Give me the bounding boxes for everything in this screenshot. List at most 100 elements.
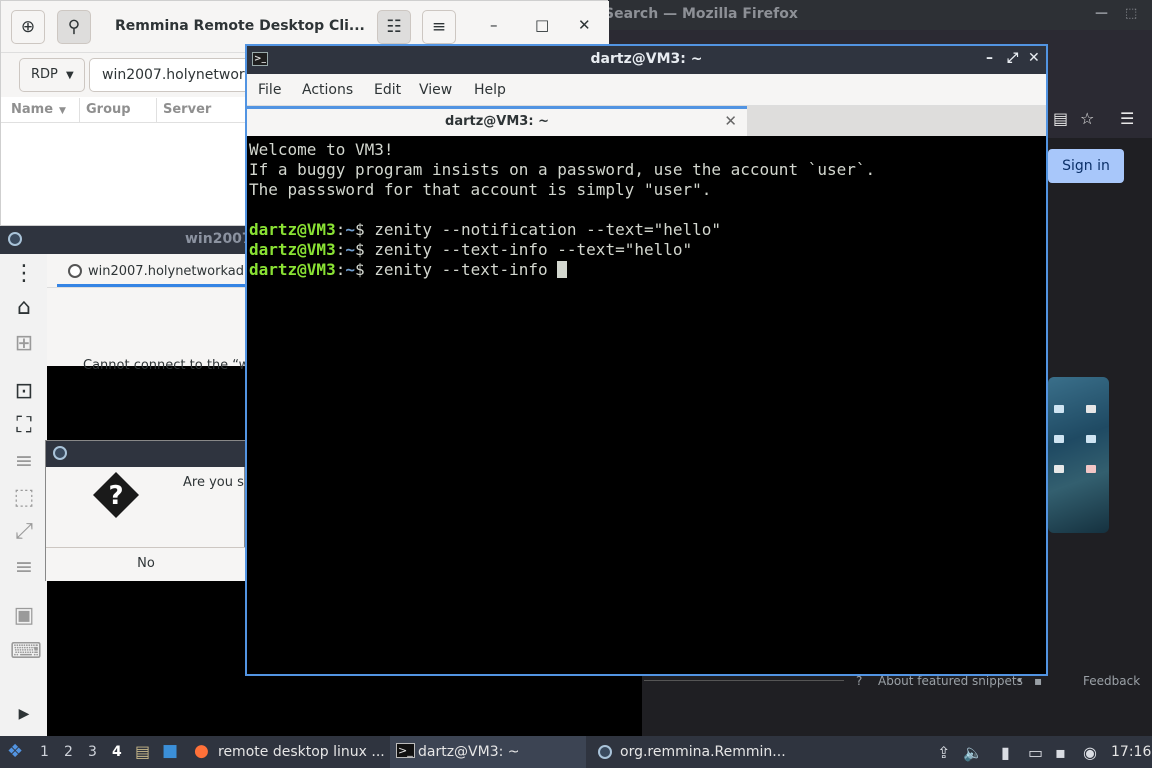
menu-file[interactable]: File <box>258 82 281 98</box>
updates-icon[interactable]: ⇪ <box>937 743 950 762</box>
menu-edit[interactable]: Edit <box>374 82 401 98</box>
terminal-tab-label: dartz@VM3: ~ <box>445 114 549 129</box>
close-icon[interactable]: ✕ <box>1028 50 1040 66</box>
column-group[interactable]: Group <box>86 102 131 117</box>
menu-view[interactable]: View <box>419 82 452 98</box>
dynamic-resolution-icon[interactable]: ⬚ <box>10 486 38 510</box>
workspace-2[interactable]: 2 <box>64 744 73 760</box>
menu-actions[interactable]: Actions <box>302 82 353 98</box>
dialog-titlebar[interactable] <box>46 441 246 467</box>
terminal-tab[interactable]: dartz@VM3: ~ ✕ <box>247 106 747 136</box>
terminal-title: dartz@VM3: ~ <box>590 51 703 67</box>
bookmark-star-icon[interactable]: ☆ <box>1080 109 1094 128</box>
output-line: The passsword for that account is simply… <box>249 180 712 199</box>
dialog-question: Are you s <box>183 475 244 490</box>
command-line: dartz@VM3:~$ zenity --notification --tex… <box>249 220 722 239</box>
task-label: remote desktop linux ... <box>218 744 385 760</box>
column-name[interactable]: Name <box>11 102 53 117</box>
volume-icon[interactable]: 🔈 <box>963 743 983 762</box>
error-message: Cannot connect to the “w <box>83 358 250 373</box>
server-address-input[interactable]: win2007.holynetworka <box>89 58 249 92</box>
text-cursor <box>557 261 568 278</box>
workspace-4[interactable]: 4 <box>112 744 122 760</box>
image-thumbnail[interactable] <box>1048 377 1109 533</box>
command-line: dartz@VM3:~$ zenity --text-info --text="… <box>249 240 693 259</box>
svg-text:?: ? <box>108 481 123 511</box>
new-tab-icon[interactable]: ⊞ <box>10 332 38 356</box>
workspace-3[interactable]: 3 <box>88 744 97 760</box>
file-manager-icon[interactable]: ▤ <box>135 742 150 761</box>
firefox-icon: ● <box>194 741 209 761</box>
minimize-icon[interactable]: – <box>490 16 498 34</box>
terminal-output[interactable]: Welcome to VM3! If a buggy program insist… <box>247 136 1046 674</box>
keyboard-icon[interactable]: ⌨ <box>10 640 42 664</box>
switch-menu-icon[interactable]: ≡ <box>10 556 38 580</box>
close-icon[interactable]: ✕ <box>578 16 591 34</box>
new-connection-icon[interactable]: ⊕ <box>11 10 45 44</box>
scale-icon[interactable]: ⤢ <box>10 520 38 544</box>
search-icon[interactable]: ⚲ <box>57 10 91 44</box>
multi-monitor-icon[interactable]: ▣ <box>10 604 38 628</box>
connection-tab-label: win2007.holynetworkad <box>88 264 244 279</box>
fullscreen-icon[interactable]: ⛶ <box>10 414 38 438</box>
remmina-icon <box>598 745 612 759</box>
terminal-window: >_ dartz@VM3: ~ – ⤢ ✕ File Actions Edit … <box>245 44 1048 676</box>
list-view-icon[interactable]: ☷ <box>377 10 411 44</box>
home-icon[interactable]: ⌂ <box>10 296 38 320</box>
question-dialog: ? Are you s No <box>45 440 246 581</box>
restore-icon[interactable]: ⬚ <box>1125 6 1137 21</box>
minimize-icon[interactable]: – <box>986 50 993 66</box>
error-panel: Cannot connect to the “w <box>47 290 249 373</box>
feedback-link[interactable]: Feedback <box>1083 674 1140 688</box>
terminal-menubar: File Actions Edit View Help <box>247 74 1046 106</box>
maximize-icon[interactable]: □ <box>535 16 549 34</box>
firefox-title: Search — Mozilla Firefox <box>604 6 798 22</box>
menu-icon[interactable]: ≡ <box>422 10 456 44</box>
remmina-title: Remmina Remote Desktop Cli... <box>115 18 365 34</box>
feedback-icon: ▪ <box>1034 674 1043 688</box>
terminal-icon: >_ <box>396 743 415 758</box>
expand-arrow-icon[interactable]: ▶ <box>10 702 38 726</box>
reader-view-icon[interactable]: ▤ <box>1053 109 1068 128</box>
connection-toolbar: ⋮ ⌂ ⊞ ⊡ ⛶ ≡ ⬚ ⤢ ≡ ▣ ⌨ ▶ <box>0 254 47 736</box>
workspace-1[interactable]: 1 <box>40 744 49 760</box>
menu-help[interactable]: Help <box>474 82 506 98</box>
notification-icon[interactable]: ▪ <box>1055 743 1066 762</box>
task-label: org.remmina.Remmin... <box>620 744 786 760</box>
start-menu-icon[interactable]: ❖ <box>7 741 23 762</box>
maximize-icon[interactable]: ⤢ <box>1007 50 1018 66</box>
record-icon[interactable]: ◉ <box>1083 743 1097 762</box>
close-tab-icon[interactable]: ✕ <box>724 112 737 130</box>
about-snippets-link[interactable]: About featured snippets <box>878 674 1023 688</box>
clipboard-icon[interactable]: ▮ <box>1001 743 1010 762</box>
task-firefox[interactable]: ● remote desktop linux ... <box>190 736 386 768</box>
task-terminal[interactable]: >_ dartz@VM3: ~ <box>390 736 586 768</box>
sign-in-button[interactable]: Sign in <box>1048 149 1124 183</box>
fit-window-icon[interactable]: ⊡ <box>10 380 38 404</box>
minimize-icon[interactable]: — <box>1095 6 1108 21</box>
remmina-icon <box>53 446 67 460</box>
terminal-tabbar: dartz@VM3: ~ ✕ <box>247 106 1046 136</box>
desktop-icon[interactable]: ■ <box>162 741 178 761</box>
clock[interactable]: 17:16 <box>1111 744 1151 760</box>
output-line: If a buggy program insists on a password… <box>249 160 876 179</box>
sort-desc-icon: ▼ <box>59 106 66 116</box>
scaling-menu-icon[interactable]: ≡ <box>10 450 38 474</box>
connection-title: win2007 <box>185 231 252 247</box>
no-button[interactable]: No <box>46 547 246 581</box>
chevron-down-icon: ▼ <box>66 70 74 81</box>
firefox-titlebar[interactable]: Search — Mozilla Firefox — ⬚ <box>600 0 1152 30</box>
task-remmina[interactable]: org.remmina.Remmin... <box>592 736 792 768</box>
terminal-titlebar[interactable]: >_ dartz@VM3: ~ – ⤢ ✕ <box>247 46 1046 74</box>
tab-icon <box>68 264 82 278</box>
task-label: dartz@VM3: ~ <box>418 744 520 760</box>
divider <box>644 680 844 681</box>
network-icon[interactable]: ▭ <box>1028 743 1043 762</box>
separator-dot: • <box>1016 674 1024 688</box>
column-server[interactable]: Server <box>163 102 211 117</box>
hamburger-menu-icon[interactable]: ☰ <box>1120 109 1134 128</box>
more-options-icon[interactable]: ⋮ <box>10 262 38 286</box>
command-line: dartz@VM3:~$ zenity --text-info <box>249 260 1044 280</box>
protocol-select[interactable]: RDP ▼ <box>19 58 85 92</box>
